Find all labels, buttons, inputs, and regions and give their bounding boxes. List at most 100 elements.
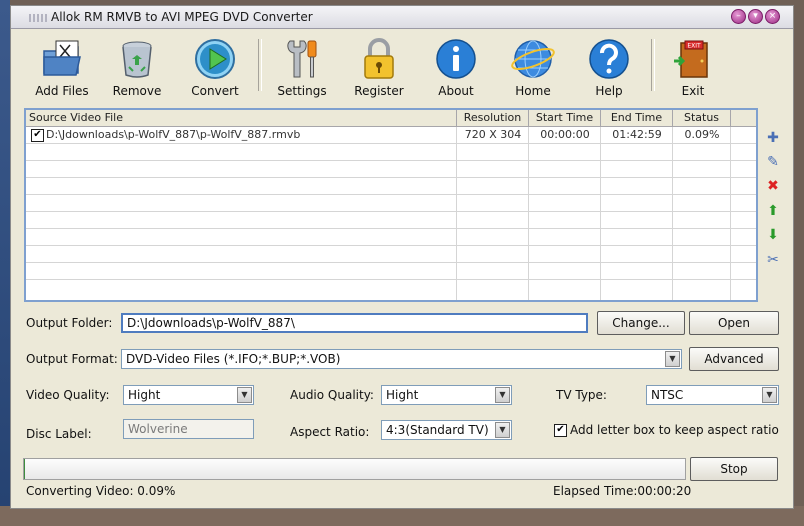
change-button[interactable]: Change...	[597, 311, 685, 335]
remove-button[interactable]: Remove	[107, 35, 167, 105]
disc-label-field[interactable]: Wolverine	[123, 419, 254, 439]
home-button[interactable]: Home	[503, 35, 563, 105]
column-resolution[interactable]: Resolution	[457, 110, 529, 126]
output-format-value: DVD-Video Files (*.IFO;*.BUP;*.VOB)	[126, 352, 341, 366]
empty-row	[26, 212, 756, 229]
empty-row	[26, 195, 756, 212]
letterbox-label: Add letter box to keep aspect ratio	[570, 423, 779, 437]
register-label: Register	[354, 84, 404, 98]
about-button[interactable]: About	[426, 35, 486, 105]
tv-type-value: NTSC	[651, 388, 684, 402]
tv-type-select[interactable]: NTSC ▼	[646, 385, 779, 405]
main-window: Allok RM RMVB to AVI MPEG DVD Converter …	[10, 5, 794, 509]
edit-icon[interactable]: ✎	[765, 154, 781, 170]
chevron-down-icon[interactable]: ▼	[665, 351, 680, 367]
tools-icon	[287, 40, 317, 78]
add-files-button[interactable]: Add Files	[32, 35, 92, 105]
empty-row	[26, 246, 756, 263]
audio-quality-label: Audio Quality:	[290, 388, 374, 402]
chevron-down-icon[interactable]: ▼	[762, 387, 777, 403]
advanced-button[interactable]: Advanced	[689, 347, 779, 371]
progress-fill	[24, 459, 25, 479]
video-quality-select[interactable]: Hight ▼	[123, 385, 254, 405]
clear-icon[interactable]: ✂	[765, 252, 781, 268]
convert-button[interactable]: Convert	[185, 35, 245, 105]
chevron-down-icon[interactable]: ▼	[495, 422, 510, 438]
converting-status-text: Converting Video: 0.09%	[26, 484, 176, 498]
add-file-icon[interactable]: ✚	[765, 130, 781, 146]
column-source-video-file[interactable]: Source Video File	[26, 110, 457, 126]
settings-button[interactable]: Settings	[272, 35, 332, 105]
trash-bin-icon	[122, 41, 152, 78]
row-status: 0.09%	[684, 128, 720, 141]
toolbar-separator	[258, 39, 262, 91]
minimize-button[interactable]: –	[731, 9, 746, 24]
row-resolution: 720 X 304	[464, 128, 522, 141]
add-files-icon	[43, 40, 81, 76]
output-folder-field[interactable]: D:\Jdownloads\p-WolfV_887\	[121, 313, 588, 333]
exit-door-icon: EXIT	[674, 40, 708, 78]
aspect-ratio-select[interactable]: 4:3(Standard TV) ▼	[381, 420, 512, 440]
row-checkbox[interactable]: ✔	[31, 129, 44, 142]
delete-icon[interactable]: ✖	[765, 178, 781, 194]
row-end-time: 01:42:59	[612, 128, 662, 141]
row-start-time: 00:00:00	[540, 128, 590, 141]
move-up-icon[interactable]: ⬆	[765, 203, 781, 219]
progress-bar	[23, 458, 686, 480]
help-button[interactable]: Help	[579, 35, 639, 105]
move-down-icon[interactable]: ⬇	[765, 227, 781, 243]
table-row[interactable]: ✔ D:\Jdownloads\p-WolfV_887\p-WolfV_887.…	[26, 127, 756, 144]
chevron-down-icon[interactable]: ▼	[495, 387, 510, 403]
register-button[interactable]: Register	[349, 35, 409, 105]
empty-row	[26, 144, 756, 161]
window-title: Allok RM RMVB to AVI MPEG DVD Converter	[51, 10, 313, 24]
aspect-ratio-label: Aspect Ratio:	[290, 425, 370, 439]
play-icon	[195, 39, 235, 79]
open-button[interactable]: Open	[689, 311, 779, 335]
stop-button[interactable]: Stop	[690, 457, 778, 481]
column-blank	[731, 110, 756, 126]
svg-text:EXIT: EXIT	[687, 43, 701, 50]
aspect-ratio-value: 4:3(Standard TV)	[386, 423, 489, 437]
column-end-time[interactable]: End Time	[601, 110, 673, 126]
info-icon	[436, 39, 476, 79]
chevron-down-icon[interactable]: ▼	[237, 387, 252, 403]
empty-row	[26, 263, 756, 280]
globe-icon	[511, 40, 555, 78]
add-files-label: Add Files	[35, 84, 89, 98]
audio-quality-select[interactable]: Hight ▼	[381, 385, 512, 405]
column-start-time[interactable]: Start Time	[529, 110, 601, 126]
disc-label-label: Disc Label:	[26, 427, 92, 441]
close-button[interactable]: ×	[765, 9, 780, 24]
toolbar-separator	[651, 39, 655, 91]
about-label: About	[438, 84, 474, 98]
output-format-select[interactable]: DVD-Video Files (*.IFO;*.BUP;*.VOB) ▼	[121, 349, 682, 369]
column-status[interactable]: Status	[673, 110, 731, 126]
output-format-label: Output Format:	[26, 352, 118, 366]
maximize-button[interactable]: ▾	[748, 9, 763, 24]
audio-quality-value: Hight	[386, 388, 419, 402]
remove-label: Remove	[112, 84, 162, 98]
desktop-edge	[0, 0, 10, 526]
empty-row	[26, 161, 756, 178]
toolbar: Add Files Remove Convert Settings Regist…	[11, 29, 793, 105]
video-quality-label: Video Quality:	[26, 388, 110, 402]
question-icon	[589, 39, 629, 79]
settings-label: Settings	[277, 84, 327, 98]
title-grip	[29, 14, 49, 22]
empty-row	[26, 229, 756, 246]
exit-button[interactable]: EXIT Exit	[663, 35, 723, 105]
home-label: Home	[515, 84, 551, 98]
letterbox-checkbox[interactable]: ✔	[554, 424, 567, 437]
tv-type-label: TV Type:	[556, 388, 607, 402]
exit-label: Exit	[681, 84, 705, 98]
output-folder-label: Output Folder:	[26, 316, 113, 330]
file-list-header: Source Video File Resolution Start Time …	[26, 110, 756, 127]
row-file-path: D:\Jdownloads\p-WolfV_887\p-WolfV_887.rm…	[46, 128, 301, 141]
title-bar[interactable]: Allok RM RMVB to AVI MPEG DVD Converter …	[11, 6, 793, 29]
file-list[interactable]: Source Video File Resolution Start Time …	[24, 108, 758, 302]
help-label: Help	[595, 84, 623, 98]
empty-row	[26, 178, 756, 195]
convert-label: Convert	[191, 84, 239, 98]
video-quality-value: Hight	[128, 388, 161, 402]
